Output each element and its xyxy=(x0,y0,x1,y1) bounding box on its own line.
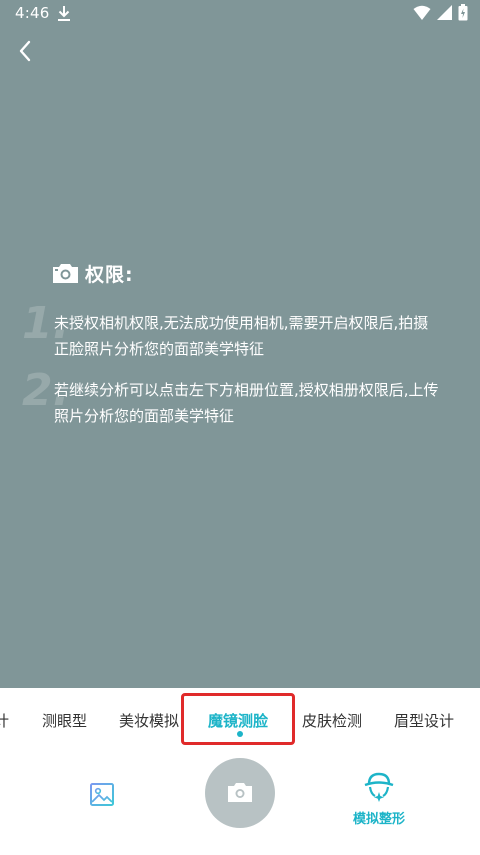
status-bar: 4:46 xyxy=(0,0,480,26)
mode-tab-bar: 计 测眼型 美妆模拟 魔镜测脸 皮肤检测 眉型设计 xyxy=(0,688,480,752)
back-chevron-icon[interactable] xyxy=(12,36,40,66)
tab-makeup-simulation[interactable]: 美妆模拟 xyxy=(119,710,179,731)
permission-title-row: 权限: xyxy=(52,260,452,286)
battery-icon xyxy=(458,4,468,21)
shutter-button[interactable] xyxy=(205,758,275,828)
permission-item-1: 1. 未授权相机权限,无法成功使用相机,需要开启权限后,拍摄正脸照片分析您的面部… xyxy=(22,302,442,362)
bottom-action-bar: 模拟整形 xyxy=(0,752,480,855)
tab-magic-mirror-face[interactable]: 魔镜测脸 xyxy=(208,710,268,731)
gallery-icon[interactable] xyxy=(88,780,118,810)
signal-icon xyxy=(437,5,452,20)
active-tab-indicator xyxy=(237,731,243,737)
tab-partial-left[interactable]: 计 xyxy=(0,710,9,731)
permission-notice: 权限: 1. 未授权相机权限,无法成功使用相机,需要开启权限后,拍摄正脸照片分析… xyxy=(22,260,452,426)
permission-item-text: 若继续分析可以点击左下方相册位置,授权相册权限后,上传照片分析您的面部美学特征 xyxy=(54,381,439,425)
permission-item-text: 未授权相机权限,无法成功使用相机,需要开启权限后,拍摄正脸照片分析您的面部美学特… xyxy=(54,314,429,358)
face-sparkle-icon xyxy=(364,772,394,802)
simulate-plastic-surgery-button[interactable]: 模拟整形 xyxy=(344,770,414,830)
status-time: 4:46 xyxy=(15,4,50,22)
wifi-icon xyxy=(413,5,431,20)
camera-preview-area: 4:46 权限: 1. 未授权相机权限,无法成功使用相机,需要开启权限后,拍摄正… xyxy=(0,0,480,688)
simulate-label: 模拟整形 xyxy=(352,812,405,827)
tab-eyebrow-design[interactable]: 眉型设计 xyxy=(394,710,454,731)
permission-title: 权限: xyxy=(85,263,134,286)
camera-icon xyxy=(228,783,252,802)
permission-item-2: 2. 若继续分析可以点击左下方相册位置,授权相册权限后,上传照片分析您的面部美学… xyxy=(22,369,442,429)
tab-skin-detection[interactable]: 皮肤检测 xyxy=(302,710,362,731)
camera-icon xyxy=(53,264,78,283)
tab-eye-shape[interactable]: 测眼型 xyxy=(42,710,87,731)
download-icon xyxy=(58,6,70,21)
